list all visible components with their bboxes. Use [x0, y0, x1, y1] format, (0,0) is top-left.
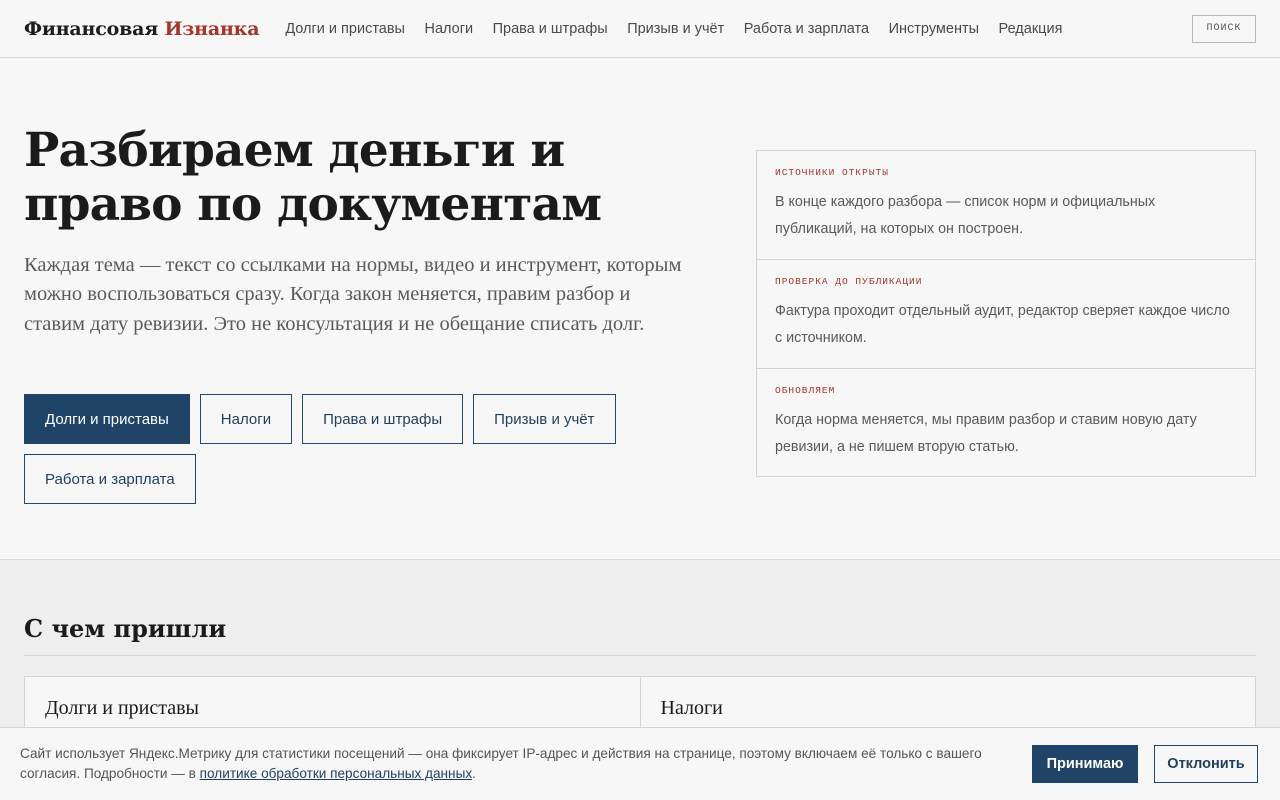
nav-item-taxes[interactable]: Налоги	[424, 21, 473, 37]
nav-item-editorial[interactable]: Редакция	[999, 21, 1063, 37]
decline-cookies-button[interactable]: Отклонить	[1154, 745, 1258, 783]
topic-button-debts[interactable]: Долги и приставы	[24, 394, 190, 444]
site-logo[interactable]: Финансовая Изнанка	[24, 17, 260, 40]
logo-main: Финансовая	[24, 17, 159, 40]
nav-item-debts[interactable]: Долги и приставы	[285, 21, 405, 37]
section-divider	[24, 655, 1256, 656]
nav-item-conscription[interactable]: Призыв и учёт	[627, 21, 724, 37]
main-nav: Долги и приставы Налоги Права и штрафы П…	[285, 21, 1082, 37]
card-title: Долги и приставы	[45, 697, 199, 719]
topic-button-rights-fines[interactable]: Права и штрафы	[302, 394, 464, 444]
principle-text: В конце каждого разбора — список норм и …	[775, 194, 1156, 237]
cookie-text: Сайт использует Яндекс.Метрику для стати…	[20, 744, 1020, 784]
hero-lead: Каждая тема — текст со ссылками на нормы…	[24, 254, 682, 335]
principle-item: ПРОВЕРКА ДО ПУБЛИКАЦИИ Фактура проходит …	[757, 260, 1255, 369]
principle-label: ПРОВЕРКА ДО ПУБЛИКАЦИИ	[775, 276, 923, 287]
topic-button-taxes[interactable]: Налоги	[199, 394, 293, 444]
privacy-policy-link[interactable]: политике обработки персональных данных	[200, 766, 472, 781]
accept-cookies-button[interactable]: Принимаю	[1032, 745, 1138, 783]
principle-label: ИСТОЧНИКИ ОТКРЫТЫ	[775, 167, 889, 178]
nav-item-rights-fines[interactable]: Права и штрафы	[493, 21, 608, 37]
cookie-banner: Сайт использует Яндекс.Метрику для стати…	[0, 727, 1280, 800]
principles-panel: ИСТОЧНИКИ ОТКРЫТЫ В конце каждого разбор…	[756, 150, 1256, 477]
nav-item-tools[interactable]: Инструменты	[889, 21, 979, 37]
principle-text: Фактура проходит отдельный аудит, редакт…	[775, 303, 1230, 346]
section-title: С чем пришли	[24, 614, 227, 643]
principle-text: Когда норма меняется, мы правим разбор и…	[775, 412, 1197, 455]
hero-section: Разбираем деньги и право по документам К…	[0, 58, 1280, 560]
cookie-text-after: .	[472, 766, 476, 781]
topic-button-conscription[interactable]: Призыв и учёт	[473, 394, 616, 444]
principle-label: ОБНОВЛЯЕМ	[775, 385, 836, 396]
principle-item: ИСТОЧНИКИ ОТКРЫТЫ В конце каждого разбор…	[757, 151, 1255, 260]
topic-button-work-salary[interactable]: Работа и зарплата	[24, 454, 196, 504]
topic-buttons: Долги и приставы Налоги Права и штрафы П…	[24, 394, 664, 504]
principle-item: ОБНОВЛЯЕМ Когда норма меняется, мы прави…	[757, 369, 1255, 476]
card-title: Налоги	[660, 697, 723, 719]
cookie-text-before: Сайт использует Яндекс.Метрику для стати…	[20, 746, 982, 781]
cookie-actions: Принимаю Отклонить	[1032, 745, 1258, 783]
search-button[interactable]: ПОИСК	[1192, 14, 1256, 43]
nav-item-work-salary[interactable]: Работа и зарплата	[744, 21, 869, 37]
hero-title: Разбираем деньги и право по документам	[24, 123, 602, 232]
site-header: Финансовая Изнанка Долги и приставы Нало…	[0, 0, 1280, 58]
logo-accent: Изнанка	[164, 17, 260, 40]
